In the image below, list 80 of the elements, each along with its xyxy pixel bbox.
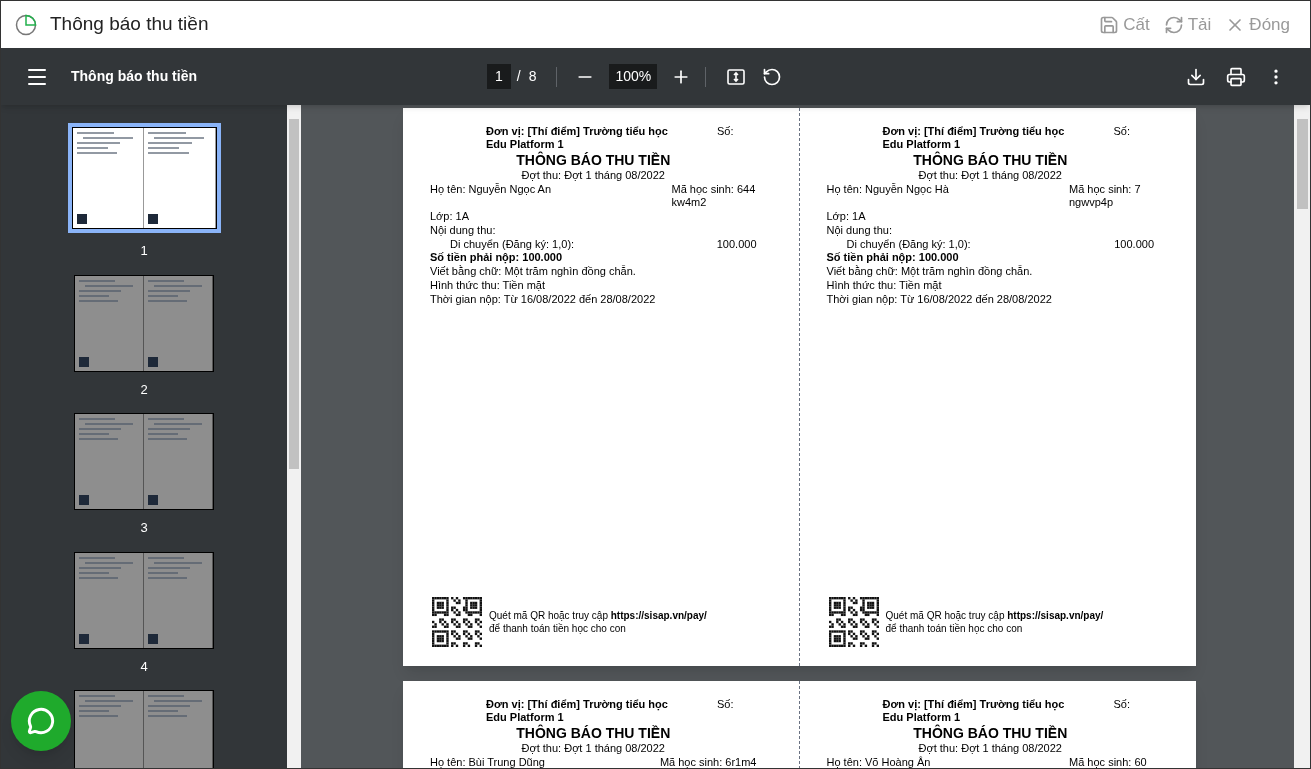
unit-name: Đơn vị: [Thí điểm] Trường tiểu học [486, 125, 669, 138]
student-id: ngwvp4p [1069, 196, 1115, 209]
zoom-field[interactable]: 100% [609, 64, 658, 89]
student-name: Họ tên: Nguyễn Ngọc Hà [826, 183, 949, 197]
collection-period: Đợt thu: Đợt 1 tháng 08/2022 [520, 169, 666, 182]
thumbnail-page-number: 1 [140, 242, 148, 260]
number-label: Số: [1113, 698, 1130, 712]
student-id: kw4m2 [671, 196, 708, 209]
save-button[interactable]: Cất [1099, 11, 1150, 38]
class-label: Lớp: 1A [826, 210, 867, 223]
rotate-icon[interactable] [762, 66, 783, 87]
notice-title: THÔNG BÁO THU TIỀN [912, 152, 1069, 169]
page-thumbnail[interactable] [74, 413, 214, 510]
scrollbar[interactable] [287, 105, 301, 768]
payment-time: Thời gian nộp: Từ 16/08/2022 đến 28/08/2022 [826, 293, 1053, 306]
page-thumbnail[interactable] [74, 551, 214, 649]
document-title: Thông báo thu tiền [71, 67, 198, 86]
content-label: Nội dung thu: [430, 224, 497, 237]
student-id: Mã học sinh: 60 [1069, 756, 1148, 768]
fee-amount: 100.000 [716, 238, 757, 251]
print-icon[interactable] [1226, 66, 1246, 87]
qr-instruction: Quét mã QR hoặc truy cập https://sisap.vn/pay/ [885, 609, 1104, 622]
payment-method: Hình thức thu: Tiền mặt [826, 279, 943, 292]
class-label: Lớp: 1A [430, 210, 470, 223]
reload-button[interactable]: Tải [1163, 11, 1212, 38]
save-icon [1099, 14, 1120, 35]
qr-code [432, 597, 482, 647]
notice-title: THÔNG BÁO THU TIỀN [515, 152, 672, 169]
unit-name: Edu Platform 1 [486, 711, 565, 724]
student-id: Mã học sinh: 644 [671, 183, 757, 196]
notice-title: THÔNG BÁO THU TIỀN [515, 725, 672, 742]
unit-name: Edu Platform 1 [882, 711, 962, 724]
total-amount: Số tiền phải nộp: 100.000 [826, 251, 960, 264]
payment-method: Hình thức thu: Tiền mặt [430, 279, 546, 292]
fit-page-icon[interactable] [726, 66, 747, 87]
page-separator: / [516, 67, 521, 86]
page-thumbnail[interactable] [74, 274, 214, 372]
content-label: Nội dung thu: [826, 224, 893, 237]
reload-icon [1163, 14, 1184, 35]
fee-item: Di chuyển (Đăng ký: 1,0): [846, 238, 971, 251]
payment-time: Thời gian nộp: Từ 16/08/2022 đến 28/08/2022 [430, 293, 657, 306]
student-name: Họ tên: Nguyễn Ngọc An [430, 183, 552, 197]
unit-name: Đơn vị: [Thí điểm] Trường tiểu học [486, 698, 669, 711]
page-number-field[interactable]: 1 [487, 64, 511, 89]
qr-instruction: để thanh toán tiền học cho con [885, 622, 1024, 635]
number-label: Số: [1113, 125, 1130, 139]
total-amount: Số tiền phải nộp: 100.000 [430, 251, 564, 264]
qr-instruction: Quét mã QR hoặc truy cập https://sisap.vn/pay/ [489, 609, 707, 622]
fee-amount: 100.000 [1114, 238, 1154, 251]
close-button[interactable]: Đóng [1225, 11, 1290, 38]
unit-name: Edu Platform 1 [882, 138, 962, 151]
unit-name: Edu Platform 1 [486, 138, 565, 151]
thumbnail-page-number: 2 [140, 380, 148, 399]
download-icon[interactable] [1186, 66, 1206, 87]
pie-chart-icon [15, 13, 37, 36]
amount-in-words: Viết bằng chữ: Một trăm nghìn đồng chẵn. [430, 265, 637, 278]
window-title: Thông báo thu tiền [50, 12, 209, 37]
notice-title: THÔNG BÁO THU TIỀN [912, 725, 1069, 742]
page-total: 8 [528, 67, 537, 86]
student-name: Họ tên: Võ Hoàng Ân [826, 756, 931, 768]
amount-in-words: Viết bằng chữ: Một trăm nghìn đồng chẵn. [826, 265, 1034, 278]
student-id: Mã học sinh: 7 [1069, 183, 1142, 196]
student-id: Mã học sinh: 6r1m4 [659, 756, 757, 768]
page-thumbnail[interactable] [74, 690, 214, 768]
unit-name: Đơn vị: [Thí điểm] Trường tiểu học [882, 698, 1066, 711]
page-thumbnail[interactable] [67, 123, 221, 233]
number-label: Số: [717, 698, 734, 712]
collection-period: Đợt thu: Đợt 1 tháng 08/2022 [917, 742, 1063, 755]
unit-name: Đơn vị: [Thí điểm] Trường tiểu học [882, 125, 1066, 138]
collection-period: Đợt thu: Đợt 1 tháng 08/2022 [917, 169, 1063, 182]
qr-code [828, 597, 879, 647]
number-label: Số: [717, 125, 734, 139]
chat-icon [27, 707, 55, 735]
student-name: Họ tên: Bùi Trung Dũng [430, 756, 545, 768]
qr-instruction: để thanh toán tiền học cho con [489, 622, 627, 635]
thumbnail-page-number: 3 [140, 519, 148, 537]
thumbnail-page-number: 4 [140, 657, 148, 676]
fee-item: Di chuyển (Đăng ký: 1,0): [450, 238, 575, 251]
scrollbar[interactable] [1294, 105, 1310, 768]
collection-period: Đợt thu: Đợt 1 tháng 08/2022 [520, 742, 666, 755]
